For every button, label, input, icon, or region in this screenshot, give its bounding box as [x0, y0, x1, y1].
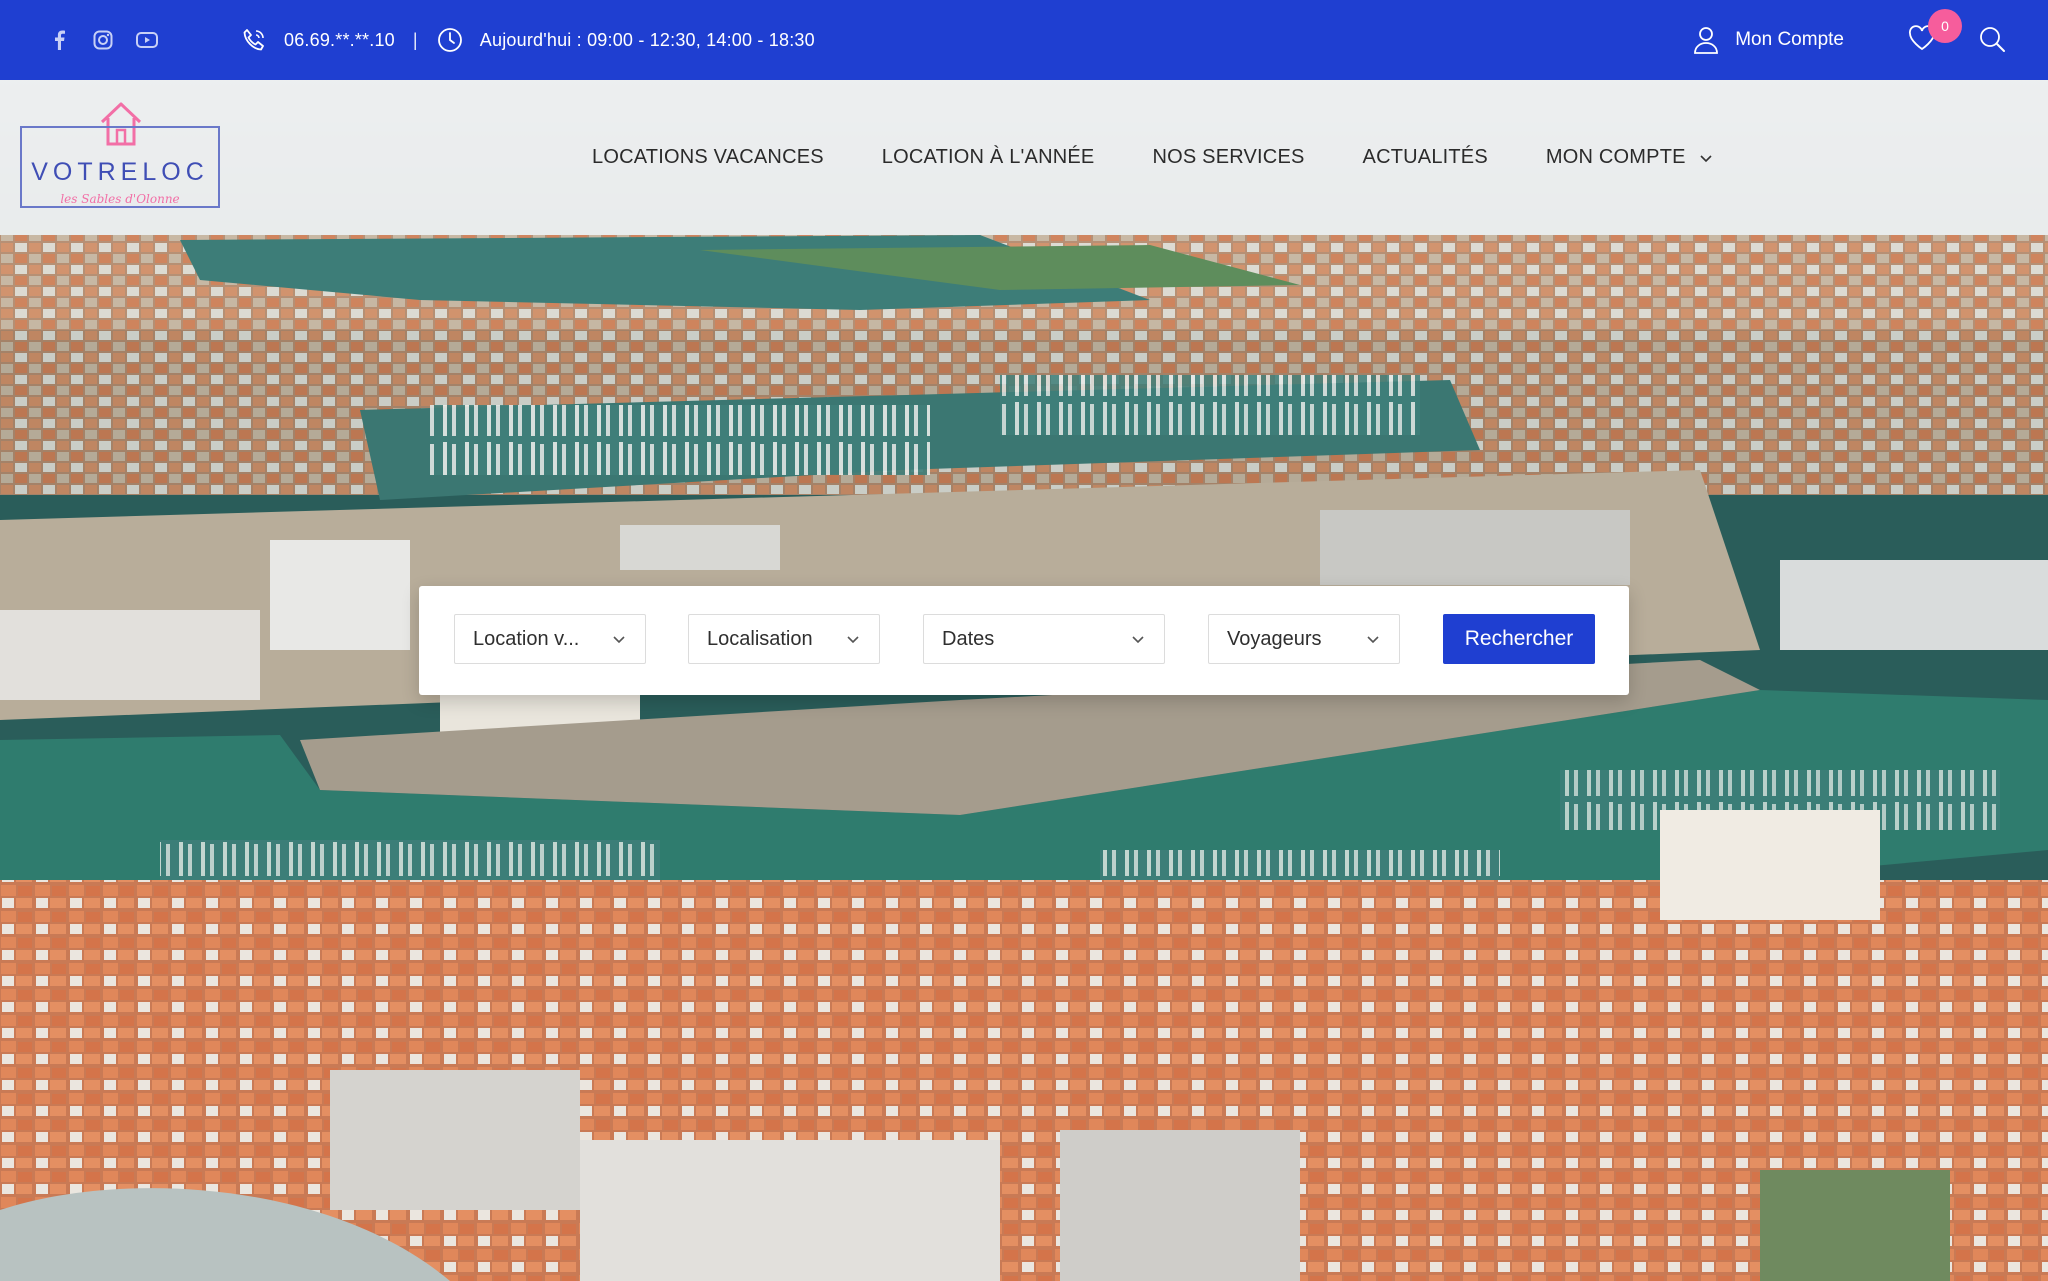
search-icon[interactable] [1978, 25, 2008, 55]
opening-hours: Aujourd'hui : 09:00 - 12:30, 14:00 - 18:… [479, 29, 815, 50]
nav-item-locations-vacances[interactable]: LOCATIONS VACANCES [592, 146, 824, 169]
user-icon [1693, 26, 1721, 54]
clock-icon [436, 26, 464, 54]
site-header: VOTRELOC les Sables d'Olonne LOCATIONS V… [0, 80, 2048, 235]
facebook-icon[interactable] [48, 29, 70, 51]
phone-number[interactable]: 06.69.**.**.10 [284, 30, 395, 51]
nav-item-mon-compte-label: MON COMPTE [1545, 146, 1686, 168]
contact-info: 06.69.**.**.10 | Aujourd'hui : 09:00 - 1… [240, 26, 815, 54]
chevron-down-icon [1367, 636, 1379, 644]
logo-tagline: les Sables d'Olonne [60, 192, 180, 206]
nav-item-actualites[interactable]: ACTUALITÉS [1363, 146, 1488, 169]
guests-select[interactable]: Voyageurs [1208, 614, 1400, 664]
top-bar: 06.69.**.**.10 | Aujourd'hui : 09:00 - 1… [0, 0, 2048, 80]
youtube-icon[interactable] [136, 29, 158, 51]
rental-type-value: Location v... [473, 627, 580, 650]
search-submit-button[interactable]: Rechercher [1443, 614, 1595, 664]
location-value: Localisation [707, 627, 813, 650]
social-links [48, 29, 158, 51]
chevron-down-icon [613, 636, 625, 644]
separator: | [412, 29, 418, 50]
search-panel: Location v... Localisation Dates Voyageu… [419, 586, 1629, 695]
guests-value: Voyageurs [1227, 627, 1322, 650]
instagram-icon[interactable] [92, 29, 114, 51]
logo-wordmark: VOTRELOC [31, 158, 209, 186]
site-logo[interactable]: VOTRELOC les Sables d'Olonne [20, 100, 220, 212]
nav-item-nos-services[interactable]: NOS SERVICES [1152, 146, 1304, 169]
my-account-label: Mon Compte [1735, 29, 1844, 50]
wishlist-count-badge: 0 [1928, 9, 1962, 43]
chevron-down-icon [1132, 636, 1144, 644]
chevron-down-icon [1700, 154, 1712, 162]
main-navigation: LOCATIONS VACANCES LOCATION À L'ANNÉE NO… [592, 80, 1772, 235]
dates-value: Dates [942, 627, 995, 650]
chevron-down-icon [847, 636, 859, 644]
nav-item-location-annee[interactable]: LOCATION À L'ANNÉE [882, 146, 1095, 169]
location-select[interactable]: Localisation [688, 614, 880, 664]
nav-item-mon-compte[interactable]: MON COMPTE [1546, 146, 1714, 169]
wishlist-button[interactable]: 0 [1908, 9, 1962, 55]
phone-icon [240, 26, 268, 54]
my-account-link[interactable]: Mon Compte [1693, 26, 1844, 54]
dates-select[interactable]: Dates [923, 614, 1165, 664]
rental-type-select[interactable]: Location v... [454, 614, 646, 664]
topbar-actions: Mon Compte 0 [1693, 9, 2008, 55]
